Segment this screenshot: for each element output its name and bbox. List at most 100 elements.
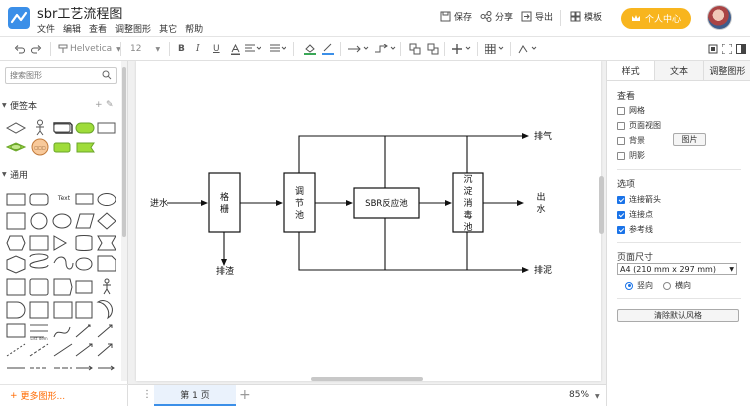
toolbar-separator <box>169 42 170 56</box>
background-checkbox[interactable]: 背景 <box>617 135 645 146</box>
text-position-icon[interactable] <box>270 42 286 56</box>
grid-checkbox-box[interactable] <box>617 106 625 115</box>
menu-view[interactable]: 查看 <box>89 22 107 35</box>
background-checkbox-box[interactable] <box>617 136 625 145</box>
menu-help[interactable]: 帮助 <box>185 22 203 35</box>
menu-file[interactable]: 文件 <box>37 22 55 35</box>
add-icon[interactable]: + <box>95 100 103 110</box>
connector-style-icon[interactable] <box>375 42 397 56</box>
save-icon <box>440 11 451 22</box>
send-back-icon[interactable] <box>427 42 439 56</box>
grid-checkbox-label: 网格 <box>629 106 645 115</box>
share-label: 分享 <box>495 13 514 23</box>
zoom-caret-icon[interactable]: ▼ <box>595 393 600 400</box>
section-scratchpad-label: 便签本 <box>10 101 38 112</box>
app-logo-icon[interactable] <box>8 7 30 29</box>
insert-icon[interactable] <box>452 42 472 56</box>
sidebar-scroll-thumb[interactable] <box>122 67 126 237</box>
list-item-label: List Item <box>30 336 47 341</box>
diagram-page[interactable]: 进水 格栅 调节池 SBR反应池 沉淀消毒池 出水 排气 排渣 排泥 <box>136 61 601 381</box>
diagram-canvas[interactable]: 进水 格栅 调节池 SBR反应池 沉淀消毒池 出水 排气 排渣 排泥 <box>128 61 606 384</box>
panel-divider <box>617 169 741 170</box>
connection-points-checkbox[interactable]: 连接点 <box>617 209 653 220</box>
zoom-level[interactable]: 85% <box>569 390 589 400</box>
shadow-checkbox[interactable]: 阴影 <box>617 150 645 161</box>
background-checkbox-label: 背景 <box>629 136 645 145</box>
font-family-value: Helvetica <box>70 44 113 54</box>
sbr-label: SBR反应池 <box>365 198 408 209</box>
align-icon[interactable] <box>245 42 261 56</box>
sludge-label: 排泥 <box>534 264 552 276</box>
search-icon[interactable] <box>102 70 112 80</box>
tab-arrange[interactable]: 调整图形 <box>702 61 750 80</box>
clear-default-style-button[interactable]: 清除默认风格 <box>617 309 739 322</box>
guides-checkbox-box[interactable] <box>617 225 625 234</box>
canvas-horizontal-scrollbar[interactable] <box>311 377 423 381</box>
add-page-icon[interactable]: + <box>239 387 251 403</box>
bold-icon[interactable]: B <box>178 42 185 56</box>
document-title[interactable]: sbr工艺流程图 <box>37 3 122 22</box>
fullscreen-icon[interactable] <box>722 42 732 56</box>
caret-down-icon: ▼ <box>2 170 7 178</box>
table-icon[interactable] <box>485 42 505 56</box>
export-button[interactable]: 导出 <box>521 10 553 23</box>
page-menu-icon[interactable]: ⋮ <box>142 389 152 400</box>
page-tab-1[interactable]: 第 1 页 <box>154 385 236 406</box>
exhaust-label: 排气 <box>534 130 552 142</box>
line-style-icon[interactable] <box>348 42 370 56</box>
diagram-label-char: 节 <box>295 198 304 209</box>
guides-checkbox[interactable]: 参考线 <box>617 224 653 235</box>
menu-arrange[interactable]: 调整图形 <box>115 22 151 35</box>
connection-arrows-checkbox-box[interactable] <box>617 195 625 204</box>
underline-icon[interactable]: U <box>213 42 220 56</box>
page-view-checkbox[interactable]: 页面视图 <box>617 120 661 131</box>
portrait-radio[interactable] <box>625 281 633 290</box>
grid-checkbox[interactable]: 网格 <box>617 105 645 116</box>
share-icon <box>480 11 492 22</box>
scratchpad-shapes[interactable]: □□□ <box>4 119 116 163</box>
font-size-select[interactable]: 12 ▼ <box>130 42 160 56</box>
bring-front-icon[interactable] <box>409 42 421 56</box>
general-shapes[interactable]: Text List Item <box>4 191 116 371</box>
save-button[interactable]: 保存 <box>440 10 472 23</box>
waypoints-icon[interactable] <box>518 42 538 56</box>
tab-text[interactable]: 文本 <box>654 61 702 80</box>
toolbar-separator <box>50 42 51 56</box>
section-general[interactable]: ▼ 通用 <box>0 167 121 181</box>
landscape-label: 横向 <box>675 281 691 290</box>
user-center-button[interactable]: 个人中心 <box>621 8 691 29</box>
process-flow-diagram[interactable]: 进水 格栅 调节池 SBR反应池 沉淀消毒池 出水 排气 排渣 排泥 <box>136 61 601 381</box>
menu-edit[interactable]: 编辑 <box>63 22 81 35</box>
connection-points-checkbox-box[interactable] <box>617 210 625 219</box>
tab-style[interactable]: 样式 <box>607 61 655 80</box>
menu-extras[interactable]: 其它 <box>159 22 177 35</box>
undo-icon[interactable] <box>14 42 25 56</box>
line-color-icon[interactable] <box>322 42 334 56</box>
more-shapes-label: 更多图形... <box>20 392 66 402</box>
format-panel-icon[interactable] <box>736 42 746 56</box>
guides-label: 参考线 <box>629 225 653 234</box>
italic-icon[interactable]: I <box>196 42 200 56</box>
shadow-checkbox-label: 阴影 <box>629 151 645 160</box>
avatar[interactable] <box>707 5 732 30</box>
search-input[interactable] <box>5 67 117 84</box>
font-family-select[interactable]: Helvetica ▼ <box>70 42 121 56</box>
fit-page-icon[interactable] <box>708 42 718 56</box>
font-color-icon[interactable] <box>231 42 240 56</box>
redo-icon[interactable] <box>31 42 42 56</box>
page-view-checkbox-box[interactable] <box>617 121 625 130</box>
share-button[interactable]: 分享 <box>480 10 513 23</box>
fill-color-icon[interactable] <box>304 42 316 56</box>
more-shapes-link[interactable]: + 更多图形... <box>0 384 128 406</box>
templates-button[interactable]: 模板 <box>570 10 602 23</box>
shadow-checkbox-box[interactable] <box>617 151 625 160</box>
background-image-button[interactable]: 图片 <box>673 133 706 146</box>
canvas-vertical-scrollbar[interactable] <box>599 176 604 234</box>
paint-format-icon[interactable] <box>58 42 68 56</box>
diagram-label-char: 调 <box>295 186 304 197</box>
connection-arrows-checkbox[interactable]: 连接箭头 <box>617 194 661 205</box>
landscape-radio[interactable] <box>663 281 671 290</box>
section-scratchpad[interactable]: ▼ 便签本 + ✎ <box>0 98 121 112</box>
edit-icon[interactable]: ✎ <box>106 100 114 110</box>
page-size-select[interactable]: A4 (210 mm x 297 mm) ▼ <box>617 263 737 275</box>
